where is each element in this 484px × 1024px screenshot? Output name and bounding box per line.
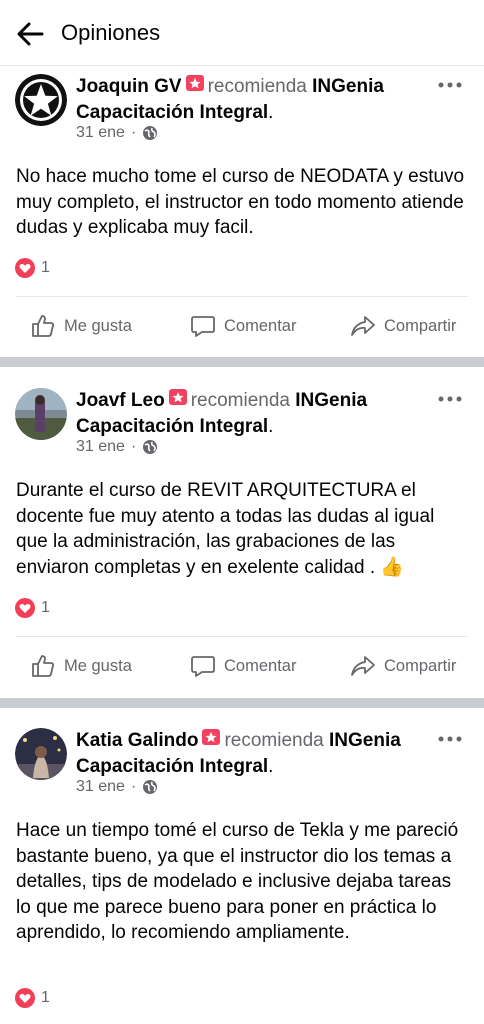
recommend-badge-icon — [201, 728, 221, 755]
author-name[interactable]: Katia Galindo — [76, 730, 198, 751]
share-label: Compartir — [384, 316, 457, 335]
comment-button[interactable]: Comentar — [190, 637, 296, 695]
action-bar: Me gusta Comentar Compartir — [16, 636, 468, 694]
post-meta: 31 ene · — [76, 124, 158, 142]
reactions-summary[interactable]: 1 — [15, 258, 50, 278]
post-divider — [0, 357, 484, 367]
heart-reaction-icon — [15, 258, 35, 278]
review-post: Joavf Leo recomienda INGenia Capacitación … — [0, 380, 484, 698]
more-options-button[interactable] — [438, 390, 462, 406]
page-name-link[interactable]: INGenia — [329, 730, 401, 751]
post-header: Joavf Leo recomienda INGenia Capacitación … — [76, 388, 426, 439]
post-header: Katia Galindo recomienda INGenia Capacitac… — [76, 728, 426, 779]
top-bar: Opiniones — [0, 0, 484, 66]
thumbs-up-icon — [32, 315, 54, 337]
page-name-link-2[interactable]: Capacitación Integral — [76, 756, 268, 777]
action-bar: Me gusta Comentar Compartir — [16, 296, 468, 354]
reaction-count: 1 — [41, 259, 50, 276]
profile-photo-icon — [15, 388, 67, 440]
reactions-summary[interactable]: 1 — [15, 598, 50, 618]
period: . — [268, 416, 274, 437]
globe-icon — [143, 780, 158, 794]
post-text: No hace mucho tome el curso de NEODATA y… — [16, 166, 465, 238]
page-title: Opiniones — [61, 20, 161, 45]
thumbs-up-icon — [32, 655, 54, 677]
post-date[interactable]: 31 ene — [76, 778, 125, 796]
recommends-text: recomienda — [224, 730, 324, 751]
review-post: Katia Galindo recomienda INGenia Capacitac… — [0, 720, 484, 1024]
post-date[interactable]: 31 ene — [76, 438, 125, 456]
arrow-left-icon — [17, 22, 44, 46]
like-button[interactable]: Me gusta — [30, 637, 132, 695]
reactions-summary[interactable]: 1 — [15, 988, 50, 1008]
page-name-link[interactable]: INGenia — [312, 76, 384, 97]
post-header: Joaquin GV recomienda INGenia Capacitación… — [76, 74, 426, 125]
share-icon — [351, 656, 375, 676]
author-name[interactable]: Joavf Leo — [76, 390, 165, 411]
reaction-count: 1 — [41, 599, 50, 616]
comment-button[interactable]: Comentar — [190, 297, 296, 355]
heart-reaction-icon — [15, 988, 35, 1008]
avatar[interactable] — [15, 74, 67, 126]
avatar[interactable] — [15, 728, 67, 780]
post-text: Durante el curso de REVIT ARQUITECTURA e… — [16, 480, 435, 578]
more-dots-icon — [438, 396, 462, 402]
globe-icon — [143, 126, 158, 140]
share-icon — [351, 316, 375, 336]
more-dots-icon — [438, 736, 462, 742]
post-meta: 31 ene · — [76, 778, 158, 796]
like-label: Me gusta — [64, 656, 132, 675]
back-button[interactable] — [14, 18, 46, 50]
review-post: Joaquin GV recomienda INGenia Capacitación… — [0, 66, 484, 354]
star-logo-icon — [15, 74, 67, 126]
recommends-text: recomienda — [190, 390, 290, 411]
period: . — [268, 756, 274, 777]
post-meta: 31 ene · — [76, 438, 158, 456]
page-name-link-2[interactable]: Capacitación Integral — [76, 416, 268, 437]
post-date[interactable]: 31 ene — [76, 124, 125, 142]
page-name-link[interactable]: INGenia — [295, 390, 367, 411]
heart-reaction-icon — [15, 598, 35, 618]
globe-icon — [143, 440, 158, 454]
comment-label: Comentar — [224, 656, 297, 675]
reaction-count: 1 — [41, 989, 50, 1006]
share-button[interactable]: Compartir — [350, 297, 456, 355]
like-label: Me gusta — [64, 316, 132, 335]
post-divider — [0, 698, 484, 708]
recommends-text: recomienda — [207, 76, 307, 97]
period: . — [268, 102, 274, 123]
share-button[interactable]: Compartir — [350, 637, 456, 695]
more-options-button[interactable] — [438, 76, 462, 92]
post-text: Hace un tiempo tomé el curso de Tekla y … — [16, 820, 459, 943]
more-dots-icon — [438, 82, 462, 88]
more-options-button[interactable] — [438, 730, 462, 746]
author-name[interactable]: Joaquin GV — [76, 76, 182, 97]
page-name-link-2[interactable]: Capacitación Integral — [76, 102, 268, 123]
comment-label: Comentar — [224, 316, 297, 335]
share-label: Compartir — [384, 656, 457, 675]
comment-icon — [191, 316, 215, 337]
recommend-badge-icon — [168, 388, 188, 415]
recommend-badge-icon — [185, 74, 205, 101]
profile-photo-icon — [15, 728, 67, 780]
avatar[interactable] — [15, 388, 67, 440]
like-button[interactable]: Me gusta — [30, 297, 132, 355]
comment-icon — [191, 656, 215, 677]
